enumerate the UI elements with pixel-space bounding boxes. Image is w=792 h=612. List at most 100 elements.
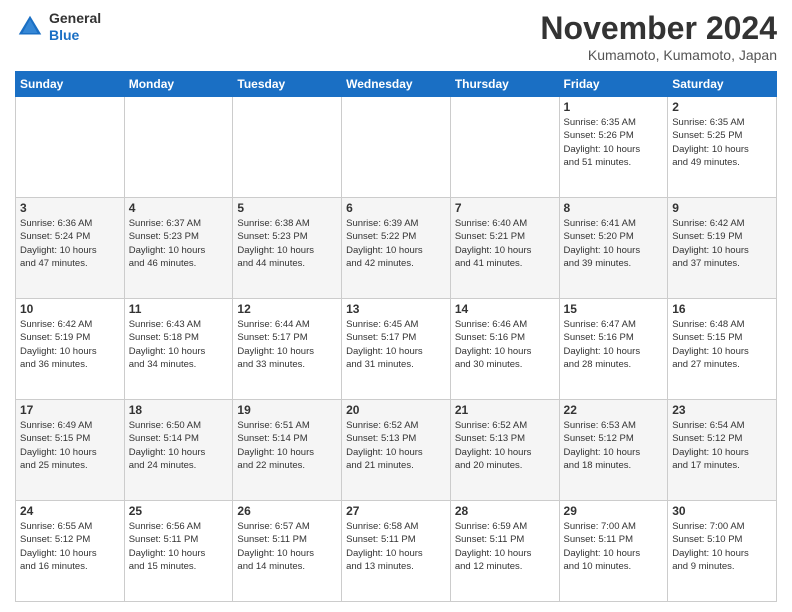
cell-info: Sunrise: 7:00 AMSunset: 5:10 PMDaylight:… <box>672 520 772 573</box>
cell-1-2: 5Sunrise: 6:38 AMSunset: 5:23 PMDaylight… <box>233 198 342 299</box>
calendar-table: Sunday Monday Tuesday Wednesday Thursday… <box>15 71 777 602</box>
cell-info: Sunrise: 6:59 AMSunset: 5:11 PMDaylight:… <box>455 520 555 573</box>
day-number: 26 <box>237 504 337 518</box>
cell-info: Sunrise: 6:52 AMSunset: 5:13 PMDaylight:… <box>455 419 555 472</box>
cell-2-4: 14Sunrise: 6:46 AMSunset: 5:16 PMDayligh… <box>450 299 559 400</box>
cell-4-4: 28 Sunrise: 6:59 AMSunset: 5:11 PMDayligh… <box>450 501 559 602</box>
cell-4-3: 27 Sunrise: 6:58 AMSunset: 5:11 PMDayligh… <box>342 501 451 602</box>
cell-info: Sunrise: 6:39 AMSunset: 5:22 PMDaylight:… <box>346 217 446 270</box>
cell-info: Sunrise: 6:50 AMSunset: 5:14 PMDaylight:… <box>129 419 229 472</box>
day-number: 25 <box>129 504 229 518</box>
location: Kumamoto, Kumamoto, Japan <box>540 47 777 63</box>
day-number: 23 <box>672 403 772 417</box>
cell-info: Sunrise: 6:35 AMSunset: 5:25 PMDaylight:… <box>672 116 772 169</box>
col-saturday: Saturday <box>668 72 777 97</box>
cell-4-2: 26 Sunrise: 6:57 AMSunset: 5:11 PMDayligh… <box>233 501 342 602</box>
day-number: 7 <box>455 201 555 215</box>
day-number: 2 <box>672 100 772 114</box>
cell-2-2: 12 Sunrise: 6:44 AMSunset: 5:17 PMDayligh… <box>233 299 342 400</box>
logo-blue: Blue <box>49 27 79 43</box>
cell-info: Sunrise: 6:52 AMSunset: 5:13 PMDaylight:… <box>346 419 446 472</box>
day-number: 20 <box>346 403 446 417</box>
day-number: 8 <box>564 201 664 215</box>
cell-2-1: 11Sunrise: 6:43 AMSunset: 5:18 PMDayligh… <box>124 299 233 400</box>
cell-4-0: 24Sunrise: 6:55 AMSunset: 5:12 PMDayligh… <box>16 501 125 602</box>
logo-general: General <box>49 10 101 26</box>
cell-2-5: 15Sunrise: 6:47 AMSunset: 5:16 PMDayligh… <box>559 299 668 400</box>
cell-3-5: 22 Sunrise: 6:53 AMSunset: 5:12 PMDayligh… <box>559 400 668 501</box>
cell-info: Sunrise: 6:53 AMSunset: 5:12 PMDaylight:… <box>564 419 664 472</box>
page: General Blue November 2024 Kumamoto, Kum… <box>0 0 792 612</box>
day-number: 11 <box>129 302 229 316</box>
day-number: 21 <box>455 403 555 417</box>
cell-0-2 <box>233 97 342 198</box>
day-number: 15 <box>564 302 664 316</box>
day-number: 10 <box>20 302 120 316</box>
day-number: 4 <box>129 201 229 215</box>
cell-info: Sunrise: 7:00 AMSunset: 5:11 PMDaylight:… <box>564 520 664 573</box>
cell-4-1: 25 Sunrise: 6:56 AMSunset: 5:11 PMDayligh… <box>124 501 233 602</box>
cell-info: Sunrise: 6:45 AMSunset: 5:17 PMDaylight:… <box>346 318 446 371</box>
week-row-1: 3Sunrise: 6:36 AMSunset: 5:24 PMDaylight… <box>16 198 777 299</box>
cell-info: Sunrise: 6:48 AMSunset: 5:15 PMDaylight:… <box>672 318 772 371</box>
header-row: Sunday Monday Tuesday Wednesday Thursday… <box>16 72 777 97</box>
day-number: 22 <box>564 403 664 417</box>
day-number: 27 <box>346 504 446 518</box>
day-number: 30 <box>672 504 772 518</box>
cell-info: Sunrise: 6:35 AMSunset: 5:26 PMDaylight:… <box>564 116 664 169</box>
week-row-2: 10Sunrise: 6:42 AMSunset: 5:19 PMDayligh… <box>16 299 777 400</box>
cell-2-6: 16Sunrise: 6:48 AMSunset: 5:15 PMDayligh… <box>668 299 777 400</box>
cell-0-0 <box>16 97 125 198</box>
cell-info: Sunrise: 6:41 AMSunset: 5:20 PMDaylight:… <box>564 217 664 270</box>
col-thursday: Thursday <box>450 72 559 97</box>
cell-info: Sunrise: 6:37 AMSunset: 5:23 PMDaylight:… <box>129 217 229 270</box>
cell-info: Sunrise: 6:40 AMSunset: 5:21 PMDaylight:… <box>455 217 555 270</box>
cell-1-3: 6Sunrise: 6:39 AMSunset: 5:22 PMDaylight… <box>342 198 451 299</box>
day-number: 12 <box>237 302 337 316</box>
day-number: 29 <box>564 504 664 518</box>
cell-0-5: 1 Sunrise: 6:35 AMSunset: 5:26 PMDaylight… <box>559 97 668 198</box>
day-number: 9 <box>672 201 772 215</box>
title-block: November 2024 Kumamoto, Kumamoto, Japan <box>540 10 777 63</box>
day-number: 5 <box>237 201 337 215</box>
cell-info: Sunrise: 6:42 AMSunset: 5:19 PMDaylight:… <box>672 217 772 270</box>
cell-0-3 <box>342 97 451 198</box>
cell-2-0: 10Sunrise: 6:42 AMSunset: 5:19 PMDayligh… <box>16 299 125 400</box>
cell-info: Sunrise: 6:44 AMSunset: 5:17 PMDaylight:… <box>237 318 337 371</box>
week-row-3: 17Sunrise: 6:49 AMSunset: 5:15 PMDayligh… <box>16 400 777 501</box>
cell-1-4: 7 Sunrise: 6:40 AMSunset: 5:21 PMDaylight… <box>450 198 559 299</box>
cell-info: Sunrise: 6:58 AMSunset: 5:11 PMDaylight:… <box>346 520 446 573</box>
cell-info: Sunrise: 6:51 AMSunset: 5:14 PMDaylight:… <box>237 419 337 472</box>
header: General Blue November 2024 Kumamoto, Kum… <box>15 10 777 63</box>
logo-icon <box>15 12 45 42</box>
cell-4-6: 30 Sunrise: 7:00 AMSunset: 5:10 PMDayligh… <box>668 501 777 602</box>
cell-info: Sunrise: 6:57 AMSunset: 5:11 PMDaylight:… <box>237 520 337 573</box>
cell-1-0: 3Sunrise: 6:36 AMSunset: 5:24 PMDaylight… <box>16 198 125 299</box>
logo: General Blue <box>15 10 101 44</box>
cell-2-3: 13 Sunrise: 6:45 AMSunset: 5:17 PMDayligh… <box>342 299 451 400</box>
col-tuesday: Tuesday <box>233 72 342 97</box>
cell-1-1: 4 Sunrise: 6:37 AMSunset: 5:23 PMDaylight… <box>124 198 233 299</box>
cell-0-6: 2 Sunrise: 6:35 AMSunset: 5:25 PMDaylight… <box>668 97 777 198</box>
col-friday: Friday <box>559 72 668 97</box>
day-number: 14 <box>455 302 555 316</box>
month-title: November 2024 <box>540 10 777 47</box>
cell-info: Sunrise: 6:56 AMSunset: 5:11 PMDaylight:… <box>129 520 229 573</box>
cell-4-5: 29 Sunrise: 7:00 AMSunset: 5:11 PMDayligh… <box>559 501 668 602</box>
day-number: 28 <box>455 504 555 518</box>
cell-info: Sunrise: 6:55 AMSunset: 5:12 PMDaylight:… <box>20 520 120 573</box>
cell-0-1 <box>124 97 233 198</box>
week-row-0: 1 Sunrise: 6:35 AMSunset: 5:26 PMDaylight… <box>16 97 777 198</box>
col-wednesday: Wednesday <box>342 72 451 97</box>
day-number: 1 <box>564 100 664 114</box>
cell-3-3: 20 Sunrise: 6:52 AMSunset: 5:13 PMDayligh… <box>342 400 451 501</box>
cell-info: Sunrise: 6:36 AMSunset: 5:24 PMDaylight:… <box>20 217 120 270</box>
cell-3-4: 21 Sunrise: 6:52 AMSunset: 5:13 PMDayligh… <box>450 400 559 501</box>
col-monday: Monday <box>124 72 233 97</box>
logo-text: General Blue <box>49 10 101 44</box>
cell-info: Sunrise: 6:54 AMSunset: 5:12 PMDaylight:… <box>672 419 772 472</box>
cell-1-5: 8 Sunrise: 6:41 AMSunset: 5:20 PMDaylight… <box>559 198 668 299</box>
day-number: 19 <box>237 403 337 417</box>
day-number: 13 <box>346 302 446 316</box>
cell-3-0: 17Sunrise: 6:49 AMSunset: 5:15 PMDayligh… <box>16 400 125 501</box>
